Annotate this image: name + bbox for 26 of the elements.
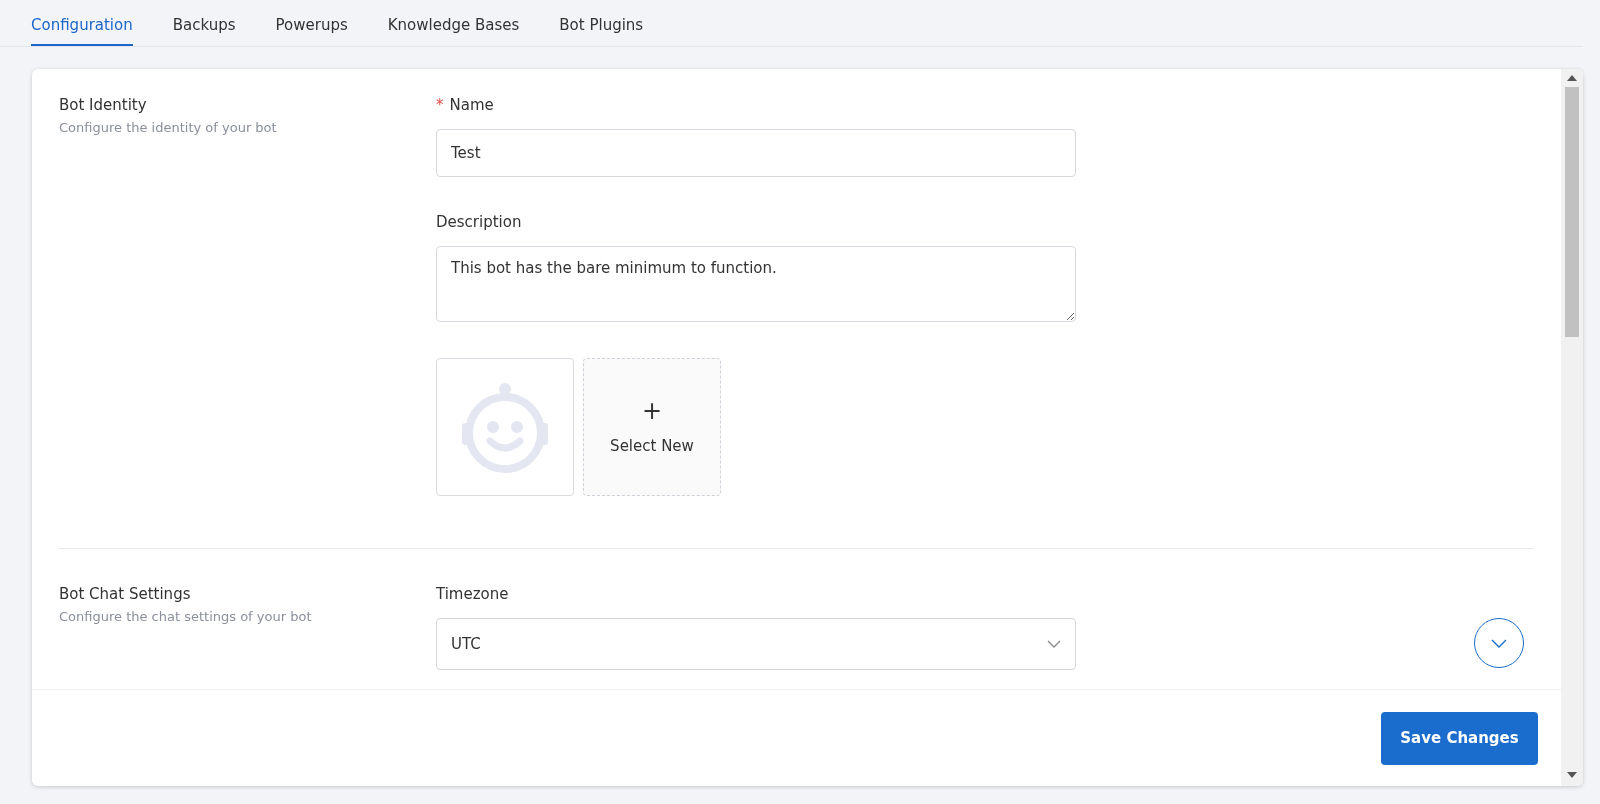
- field-label: Name: [449, 96, 494, 114]
- required-asterisk: *: [436, 96, 444, 114]
- description-textarea[interactable]: This bot has the bare minimum to function.: [436, 246, 1076, 322]
- field-label: Description: [436, 213, 522, 231]
- tab[interactable]: Configuration: [31, 0, 133, 46]
- scroll-up-icon[interactable]: [1567, 75, 1577, 81]
- scroll-down-icon[interactable]: [1567, 772, 1577, 778]
- scroll-down-button[interactable]: [1474, 618, 1524, 668]
- scrollbar-thumb[interactable]: [1565, 87, 1579, 337]
- field-label: Timezone: [436, 585, 509, 603]
- chevron-down-icon: [1491, 638, 1507, 648]
- section-title: Bot Identity: [59, 96, 148, 114]
- tab[interactable]: Powerups: [275, 0, 348, 46]
- name-input[interactable]: Test: [436, 129, 1076, 177]
- robot-face-icon: [460, 381, 550, 473]
- tab[interactable]: Backups: [172, 0, 236, 46]
- section-description: Configure the identity of your bot: [59, 120, 278, 135]
- section-description: Configure the chat settings of your bot: [59, 609, 313, 624]
- tab[interactable]: Knowledge Bases: [387, 0, 520, 46]
- scrollbar[interactable]: [1561, 69, 1583, 786]
- timezone-select[interactable]: UTC: [436, 618, 1076, 670]
- section-title: Bot Chat Settings: [59, 585, 192, 603]
- tab[interactable]: Bot Plugins: [559, 0, 644, 46]
- select-new-button[interactable]: + Select New: [583, 358, 721, 496]
- save-changes-button[interactable]: Save Changes: [1381, 711, 1538, 765]
- chevron-down-icon: [1047, 640, 1061, 648]
